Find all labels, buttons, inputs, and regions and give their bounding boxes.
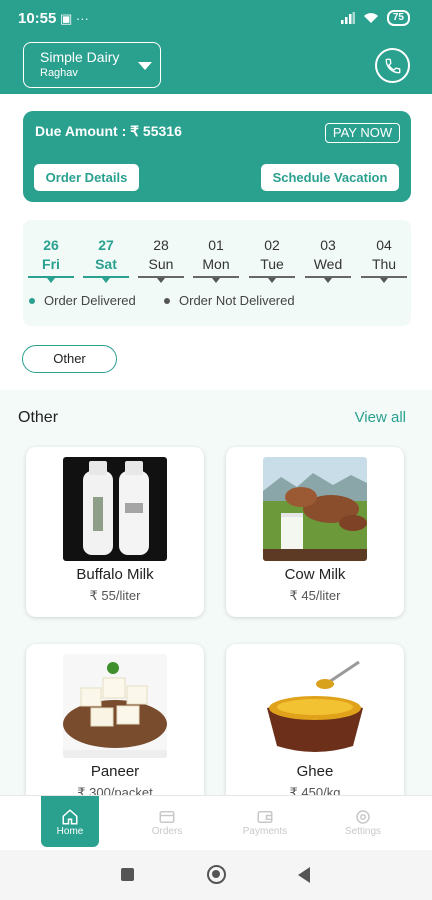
calendar-day[interactable]: 27 Sat bbox=[83, 236, 129, 283]
day-marker bbox=[157, 277, 165, 283]
product-card-paneer[interactable]: Paneer ₹ 300/packet bbox=[26, 644, 204, 795]
day-date: 01 bbox=[208, 237, 224, 253]
day-date: 02 bbox=[264, 237, 280, 253]
day-marker bbox=[268, 277, 276, 283]
gear-icon bbox=[356, 810, 370, 824]
app-header: Simple Dairy Raghav bbox=[0, 36, 432, 94]
store-name: Simple Dairy bbox=[40, 49, 120, 65]
legend-not-delivered-label: Order Not Delivered bbox=[179, 293, 295, 308]
chevron-down-icon bbox=[138, 62, 152, 70]
calendar-day[interactable]: 02 Tue bbox=[249, 236, 295, 283]
day-marker bbox=[324, 277, 332, 283]
product-name: Paneer bbox=[90, 763, 140, 780]
products-section: Other View all Buffalo Milk ₹ 55/liter C… bbox=[0, 390, 432, 795]
calendar-day[interactable]: 01 Mon bbox=[193, 236, 239, 283]
nav-settings[interactable]: Settings bbox=[334, 796, 392, 848]
nav-label: Settings bbox=[344, 826, 382, 837]
nav-home[interactable]: Home bbox=[41, 796, 99, 847]
store-selector[interactable]: Simple Dairy Raghav bbox=[23, 42, 161, 88]
pay-now-button[interactable]: PAY NOW bbox=[325, 123, 400, 143]
day-weekday: Sun bbox=[148, 256, 174, 272]
call-button[interactable] bbox=[375, 48, 410, 83]
product-card-cow-milk[interactable]: Cow Milk ₹ 45/liter bbox=[226, 447, 404, 617]
calendar-day[interactable]: 04 Thu bbox=[361, 236, 407, 283]
view-all-link[interactable]: View all bbox=[355, 409, 406, 426]
day-weekday: Fri bbox=[42, 256, 60, 272]
section-title: Other bbox=[18, 409, 59, 426]
product-name: Cow Milk bbox=[284, 566, 346, 583]
calendar-day[interactable]: 03 Wed bbox=[305, 236, 351, 283]
day-marker bbox=[380, 277, 388, 283]
legend-delivered-label: Order Delivered bbox=[44, 293, 136, 308]
order-details-button[interactable]: Order Details bbox=[34, 164, 139, 191]
legend-delivered: Order Delivered bbox=[29, 293, 136, 308]
calendar-day[interactable]: 26 Fri bbox=[28, 236, 74, 283]
phone-icon bbox=[385, 58, 400, 73]
product-price: ₹ 300/packet bbox=[77, 785, 153, 795]
product-card-ghee[interactable]: Ghee ₹ 450/kg bbox=[226, 644, 404, 795]
day-marker bbox=[212, 277, 220, 283]
ghee-image bbox=[263, 654, 367, 758]
system-navigation-bar bbox=[0, 850, 432, 900]
product-name: Buffalo Milk bbox=[76, 566, 154, 583]
day-date: 26 bbox=[43, 237, 59, 253]
battery-icon: 75 bbox=[386, 10, 410, 26]
day-weekday: Wed bbox=[313, 256, 343, 272]
home-icon bbox=[62, 809, 78, 825]
status-right: 75 bbox=[340, 10, 410, 26]
day-date: 28 bbox=[153, 237, 169, 253]
delivery-calendar: 26 Fri 27 Sat 28 Sun 01 Mon 02 Tue 03 We… bbox=[23, 220, 411, 326]
product-card-buffalo-milk[interactable]: Buffalo Milk ₹ 55/liter bbox=[26, 447, 204, 617]
day-weekday: Thu bbox=[371, 256, 397, 272]
product-price: ₹ 45/liter bbox=[289, 588, 341, 603]
product-name: Ghee bbox=[296, 763, 334, 780]
day-date: 03 bbox=[320, 237, 336, 253]
home-circle-icon[interactable] bbox=[207, 865, 226, 884]
day-date: 27 bbox=[98, 237, 114, 253]
recent-apps-icon[interactable] bbox=[121, 868, 134, 881]
status-time: 10:55 bbox=[18, 10, 57, 27]
due-amount-card: Due Amount : ₹ 55316 PAY NOW Order Detai… bbox=[23, 111, 411, 202]
bottom-navigation: Home Orders Payments Settings bbox=[0, 795, 432, 850]
legend-not-delivered: Order Not Delivered bbox=[164, 293, 295, 308]
buffalo-milk-image bbox=[63, 457, 167, 561]
nav-payments[interactable]: Payments bbox=[236, 796, 294, 848]
paneer-image bbox=[63, 654, 167, 758]
nav-label: Orders bbox=[151, 826, 183, 837]
signal-icon bbox=[340, 12, 355, 24]
not-delivered-dot-icon bbox=[164, 297, 170, 304]
day-weekday: Sat bbox=[95, 256, 117, 272]
day-weekday: Mon bbox=[202, 256, 230, 272]
orders-icon bbox=[159, 811, 175, 823]
product-price: ₹ 55/liter bbox=[89, 588, 141, 603]
schedule-vacation-button[interactable]: Schedule Vacation bbox=[261, 164, 399, 191]
nav-label: Payments bbox=[242, 826, 288, 837]
calendar-day[interactable]: 28 Sun bbox=[138, 236, 184, 283]
due-amount: Due Amount : ₹ 55316 bbox=[35, 123, 182, 139]
category-chip-other[interactable]: Other bbox=[22, 345, 117, 373]
day-date: 04 bbox=[376, 237, 392, 253]
status-bar: 10:55 ▣ ··· 75 bbox=[0, 0, 432, 36]
day-weekday: Tue bbox=[260, 256, 284, 272]
day-marker bbox=[47, 277, 55, 283]
product-price: ₹ 450/kg bbox=[289, 785, 341, 795]
notification-icons: ▣ ··· bbox=[60, 11, 89, 26]
cow-milk-image bbox=[263, 457, 367, 561]
back-icon[interactable] bbox=[298, 867, 310, 883]
nav-label: Home bbox=[56, 826, 84, 837]
user-name: Raghav bbox=[40, 67, 78, 79]
nav-orders[interactable]: Orders bbox=[138, 796, 196, 848]
wifi-icon bbox=[363, 13, 378, 23]
wallet-icon bbox=[257, 811, 273, 823]
day-marker bbox=[102, 277, 110, 283]
delivered-dot-icon bbox=[29, 297, 35, 304]
